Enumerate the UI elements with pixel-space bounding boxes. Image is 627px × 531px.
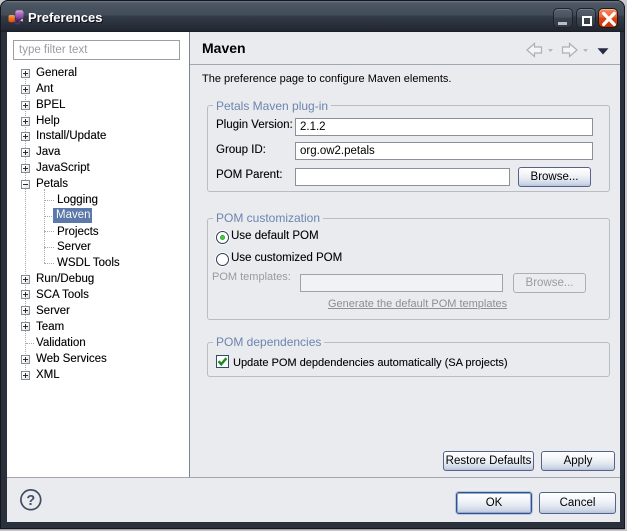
- svg-text:?: ?: [26, 493, 35, 509]
